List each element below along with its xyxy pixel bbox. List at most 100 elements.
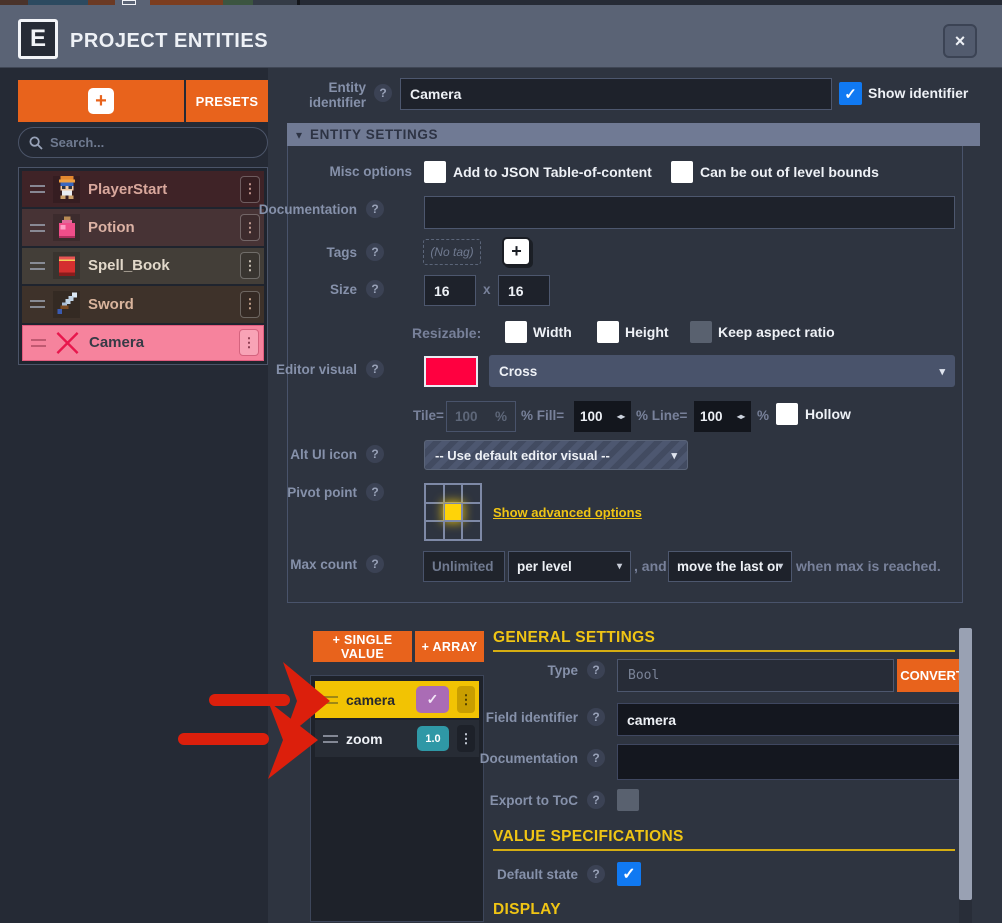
entity-row-sword[interactable]: Sword ⋮ [22, 286, 264, 322]
entity-menu-button[interactable]: ⋮ [240, 214, 260, 241]
scrollbar-thumb[interactable] [959, 628, 972, 900]
float-default-badge[interactable]: 1.0 [417, 726, 449, 751]
help-icon[interactable]: ? [374, 84, 392, 102]
help-icon[interactable]: ? [587, 708, 605, 726]
pivot-cell[interactable] [425, 521, 444, 540]
pivot-cell[interactable] [425, 484, 444, 503]
drag-handle-icon[interactable] [323, 735, 338, 743]
pivot-cell[interactable] [462, 521, 481, 540]
line-suffix: % [757, 408, 769, 423]
pivot-cell[interactable] [444, 484, 463, 503]
resizable-width-checkbox[interactable] [505, 321, 527, 343]
resizable-height-checkbox[interactable] [597, 321, 619, 343]
drag-handle-icon[interactable] [30, 185, 45, 193]
fill-percent-input[interactable]: 100 ◂▸ [574, 401, 631, 432]
drag-handle-icon[interactable] [30, 224, 45, 232]
help-icon[interactable]: ? [366, 483, 384, 501]
add-tag-button[interactable]: + [502, 237, 531, 266]
entity-menu-button[interactable]: ⋮ [239, 329, 259, 356]
entity-identifier-input[interactable]: Camera [400, 78, 832, 110]
dialog-title: PROJECT ENTITIES [70, 30, 268, 53]
drag-handle-icon[interactable] [30, 262, 45, 270]
size-height-value: 16 [508, 283, 524, 299]
out-of-level-bounds-checkbox[interactable] [671, 161, 693, 183]
entity-sidebar: + PRESETS Playe [0, 68, 268, 923]
keep-aspect-ratio-checkbox[interactable] [690, 321, 712, 343]
entity-row-camera-selected[interactable]: Camera ⋮ [22, 325, 264, 361]
help-icon[interactable]: ? [587, 749, 605, 767]
default-state-checkbox[interactable]: ✓ [617, 862, 641, 886]
drag-handle-icon[interactable] [31, 339, 46, 347]
max-count-scope-select[interactable]: per level ▾ [508, 551, 631, 582]
editor-visual-shape-select[interactable]: Cross ▾ [489, 355, 955, 387]
presets-button[interactable]: PRESETS [186, 80, 268, 122]
help-icon[interactable]: ? [587, 791, 605, 809]
field-identifier-value: camera [627, 712, 676, 728]
close-icon: × [955, 31, 966, 52]
question-glyph: ? [592, 710, 599, 724]
value-specifications-heading: VALUE SPECIFICATIONS [493, 828, 684, 846]
pivot-cell[interactable] [444, 521, 463, 540]
help-icon[interactable]: ? [366, 360, 384, 378]
entity-settings-header[interactable]: ▾ ENTITY SETTINGS [287, 123, 980, 146]
max-count-input[interactable]: Unlimited [423, 551, 505, 582]
size-label: Size [232, 282, 357, 297]
help-icon[interactable]: ? [587, 661, 605, 679]
field-type-display: Bool [617, 659, 894, 692]
field-identifier-input[interactable]: camera [617, 703, 967, 736]
drag-handle-icon[interactable] [30, 300, 45, 308]
documentation-input[interactable] [424, 196, 955, 229]
convert-button[interactable]: CONVERT [897, 659, 967, 692]
alt-ui-icon-select[interactable]: -- Use default editor visual -- ▾ [424, 440, 688, 470]
pivot-cell[interactable] [425, 503, 444, 522]
close-button[interactable]: × [943, 24, 977, 58]
hollow-checkbox[interactable] [776, 403, 798, 425]
editor-visual-color-swatch[interactable] [424, 356, 478, 387]
question-glyph: ? [371, 282, 378, 296]
max-count-placeholder: Unlimited [432, 559, 494, 574]
size-width-input[interactable]: 16 [424, 275, 476, 306]
alt-ui-icon-label: Alt UI icon [232, 447, 357, 462]
spinner-icon[interactable]: ◂▸ [737, 412, 745, 421]
heading-underline [493, 650, 955, 652]
add-single-value-button[interactable]: + SINGLE VALUE [313, 631, 412, 662]
entity-row-potion[interactable]: Potion ⋮ [22, 209, 264, 245]
project-entities-dialog: E PROJECT ENTITIES × + PRESETS [0, 0, 1002, 923]
question-glyph: ? [592, 663, 599, 677]
max-count-behavior-select[interactable]: move the last one i ▾ [668, 551, 792, 582]
question-glyph: ? [592, 867, 599, 881]
field-menu-button[interactable]: ⋮ [457, 686, 475, 713]
pivot-cell-selected[interactable] [444, 503, 463, 522]
pivot-cell[interactable] [462, 484, 481, 503]
resizable-height-label: Height [625, 324, 669, 340]
add-to-json-toc-checkbox[interactable] [424, 161, 446, 183]
badge-value: 1.0 [425, 733, 440, 745]
pivot-cell[interactable] [462, 503, 481, 522]
drag-handle-icon[interactable] [323, 696, 338, 704]
help-icon[interactable]: ? [366, 280, 384, 298]
tile-scale-input-disabled: 100 % [446, 401, 516, 432]
help-icon[interactable]: ? [366, 243, 384, 261]
search-input[interactable] [50, 135, 250, 150]
check-icon: ✓ [844, 85, 857, 103]
spinner-icon[interactable]: ◂▸ [617, 412, 625, 421]
field-documentation-input[interactable] [617, 744, 967, 780]
entity-row-playerstart[interactable]: PlayerStart ⋮ [22, 171, 264, 207]
entity-row-spell-book[interactable]: Spell_Book ⋮ [22, 248, 264, 284]
line-percent-input[interactable]: 100 ◂▸ [694, 401, 751, 432]
kebab-icon: ⋮ [243, 335, 256, 351]
bool-default-badge[interactable]: ✓ [416, 686, 449, 713]
help-icon[interactable]: ? [366, 445, 384, 463]
show-identifier-checkbox[interactable]: ✓ [839, 82, 862, 105]
help-icon[interactable]: ? [366, 555, 384, 573]
add-entity-button[interactable]: + [18, 80, 184, 122]
entity-menu-button[interactable]: ⋮ [240, 176, 260, 203]
show-advanced-options-link[interactable]: Show advanced options [493, 505, 642, 520]
add-array-button[interactable]: + ARRAY [415, 631, 484, 662]
field-menu-button[interactable]: ⋮ [457, 725, 475, 752]
export-to-toc-checkbox[interactable] [617, 789, 639, 811]
help-icon[interactable]: ? [587, 865, 605, 883]
entity-name: Potion [88, 219, 232, 236]
size-height-input[interactable]: 16 [498, 275, 550, 306]
help-icon[interactable]: ? [366, 200, 384, 218]
